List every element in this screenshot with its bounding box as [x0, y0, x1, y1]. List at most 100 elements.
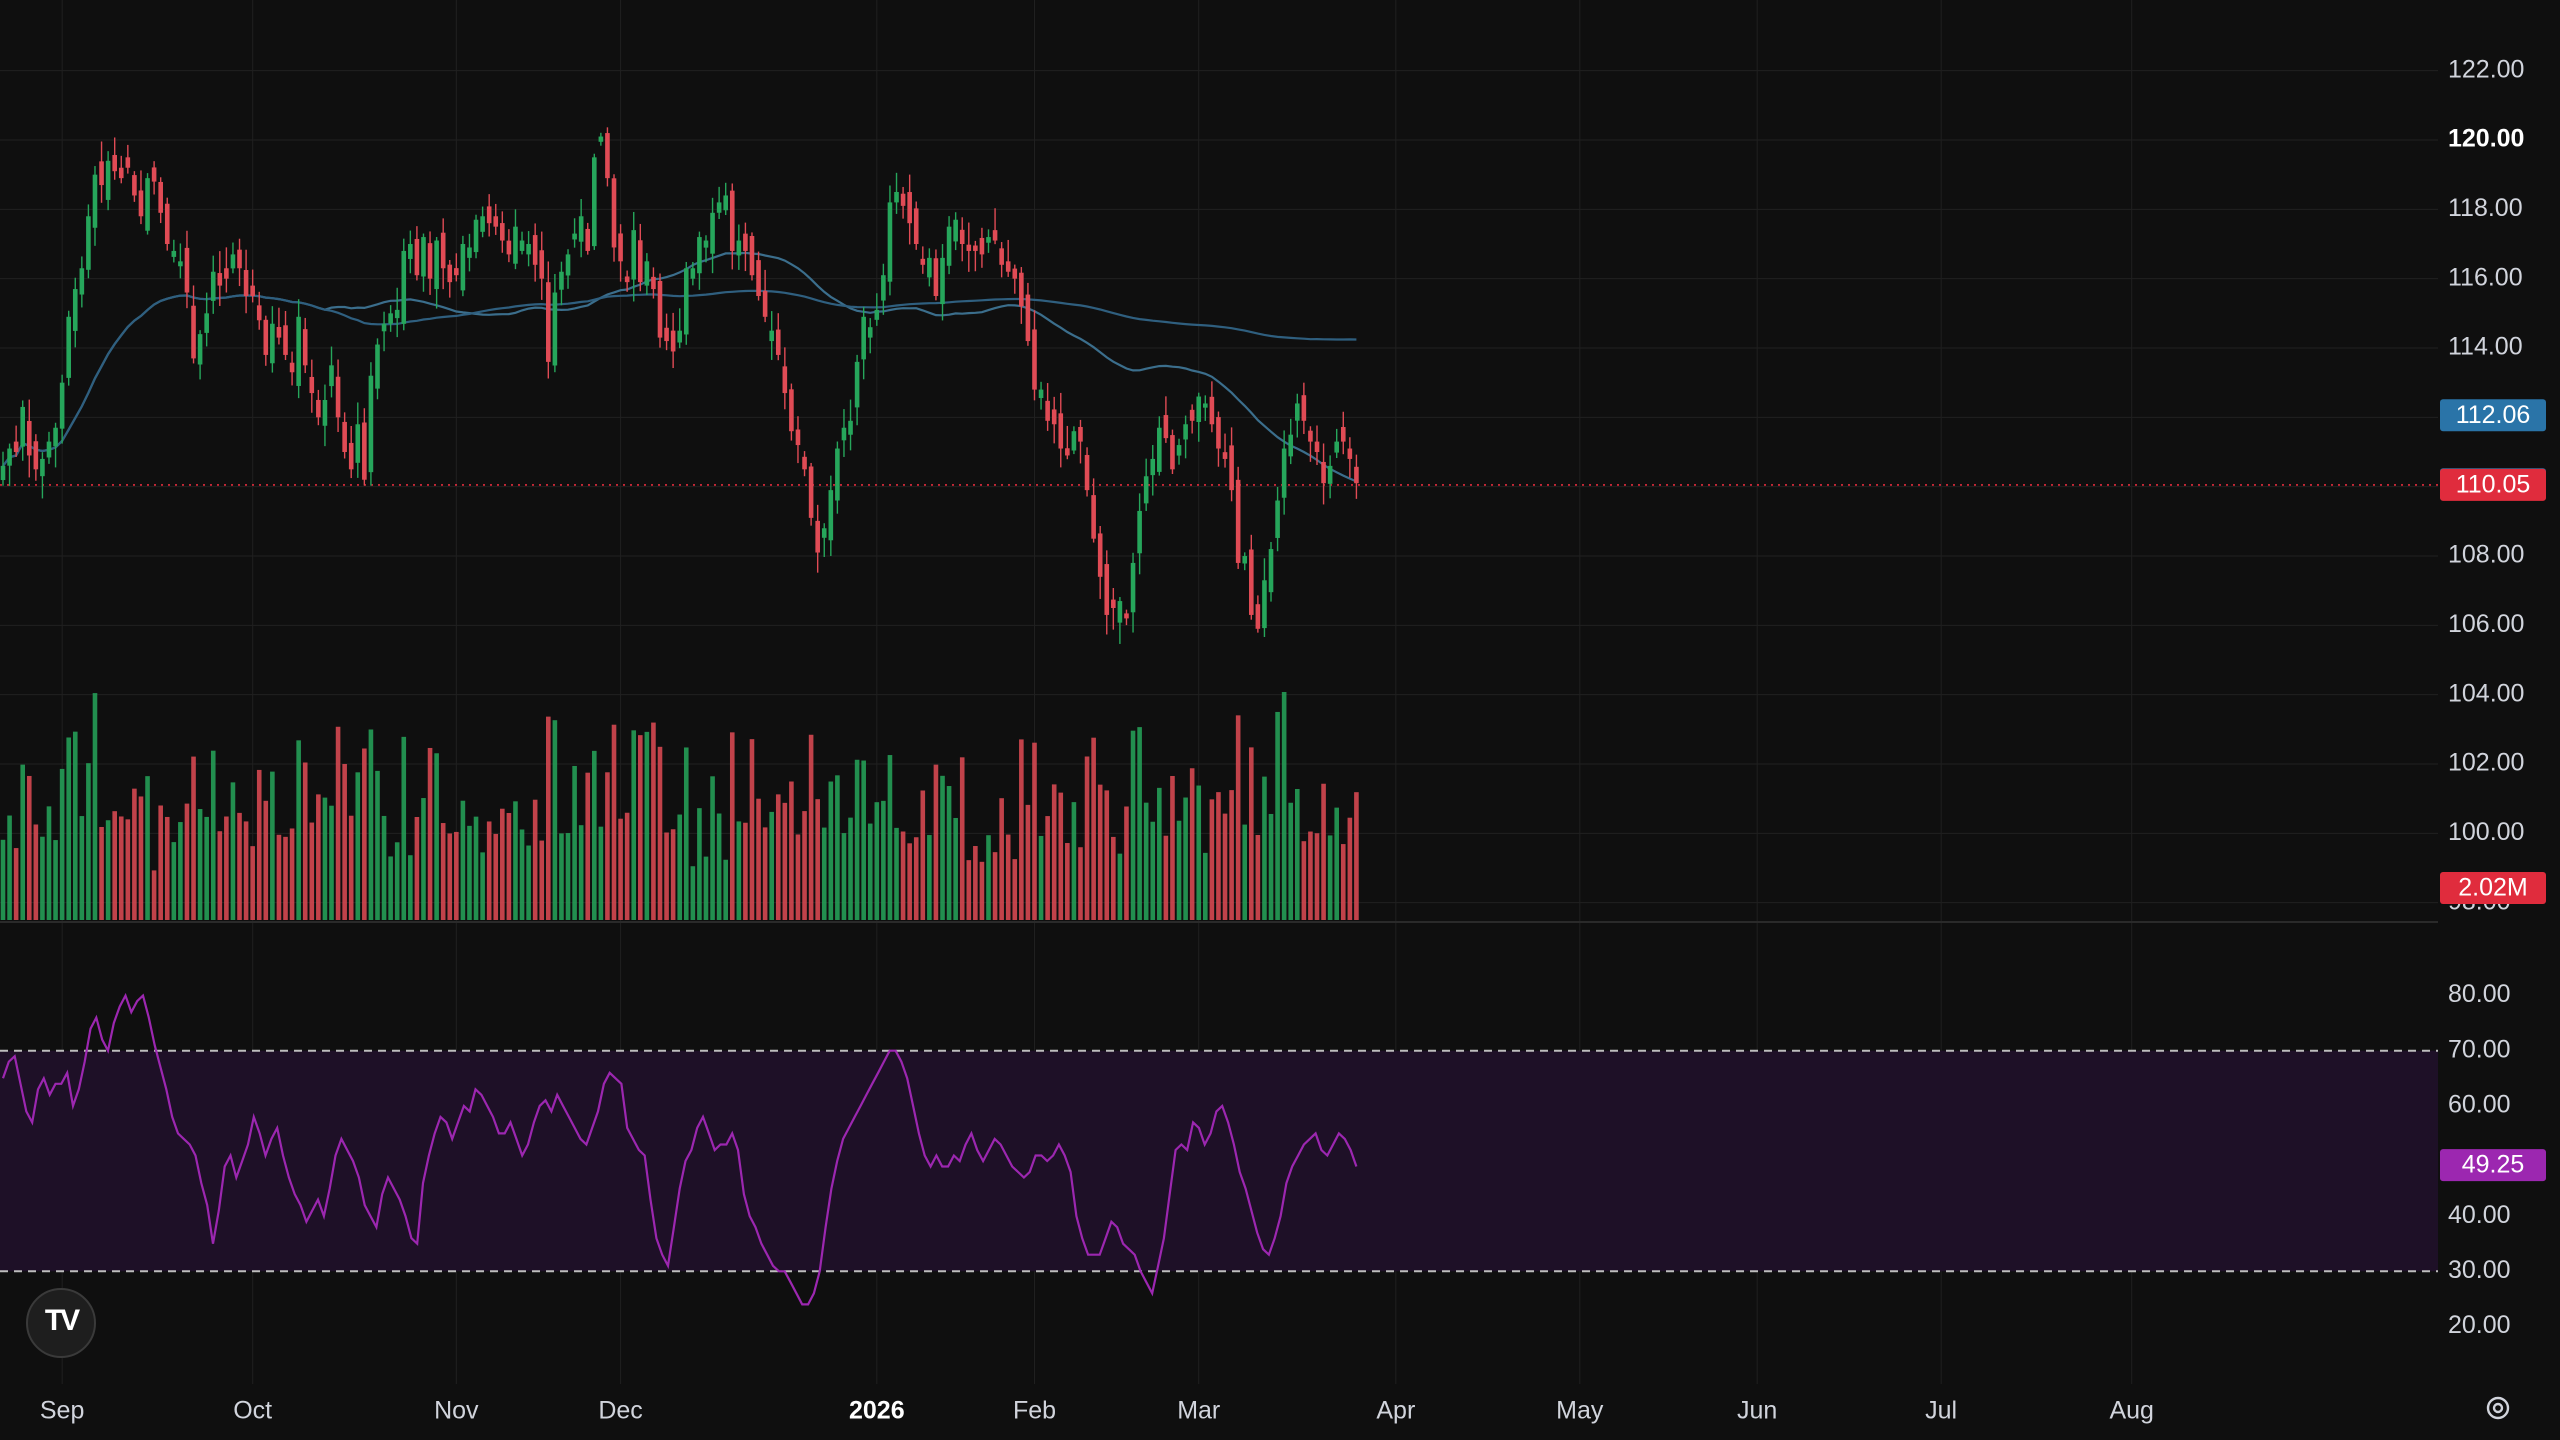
candle-body[interactable] — [867, 327, 873, 338]
candle-body[interactable] — [729, 190, 735, 251]
candle-body[interactable] — [887, 202, 893, 282]
candle-body[interactable] — [1268, 549, 1274, 593]
candle-body[interactable] — [927, 257, 932, 278]
candle-body[interactable] — [913, 208, 919, 244]
candle-body[interactable] — [894, 192, 899, 203]
candle-body[interactable] — [263, 319, 269, 355]
candle-body[interactable] — [795, 429, 801, 446]
candle-body[interactable] — [651, 276, 656, 290]
candle-body[interactable] — [1235, 479, 1241, 563]
candle-body[interactable] — [243, 270, 249, 296]
candle-body[interactable] — [132, 175, 137, 196]
candle-body[interactable] — [79, 268, 85, 295]
candle-body[interactable] — [1045, 400, 1050, 421]
candle-body[interactable] — [611, 178, 617, 248]
candle-body[interactable] — [1340, 426, 1346, 442]
candle-body[interactable] — [1019, 272, 1024, 307]
candle-body[interactable] — [756, 260, 761, 296]
candle-body[interactable] — [1327, 465, 1333, 484]
candle-body[interactable] — [217, 273, 223, 286]
candle-body[interactable] — [532, 235, 538, 265]
candle-body[interactable] — [355, 424, 361, 463]
candle-body[interactable] — [900, 193, 906, 206]
candle-body[interactable] — [0, 465, 6, 481]
candle-body[interactable] — [946, 226, 952, 266]
candle-body[interactable] — [979, 237, 985, 255]
candle-body[interactable] — [598, 136, 604, 142]
candle-body[interactable] — [559, 271, 564, 290]
candle-body[interactable] — [1294, 403, 1300, 421]
candle-body[interactable] — [986, 237, 991, 243]
candle-body[interactable] — [473, 219, 479, 253]
candle-body[interactable] — [683, 268, 689, 335]
candle-body[interactable] — [1222, 452, 1228, 459]
candle-body[interactable] — [736, 240, 742, 256]
candle-body[interactable] — [33, 441, 39, 470]
candle-body[interactable] — [276, 326, 282, 338]
candle-body[interactable] — [1012, 268, 1018, 279]
chart-stage[interactable]: 122.00120.00118.00116.00114.00112.00110.… — [0, 0, 2560, 1440]
candle-body[interactable] — [999, 248, 1004, 265]
candle-body[interactable] — [401, 250, 407, 324]
candle-body[interactable] — [1163, 415, 1169, 439]
candle-body[interactable] — [329, 365, 334, 387]
candle-body[interactable] — [769, 330, 774, 342]
candle-body[interactable] — [546, 282, 551, 362]
candle-body[interactable] — [99, 161, 104, 186]
candle-body[interactable] — [362, 422, 367, 480]
candle-body[interactable] — [828, 490, 834, 541]
candle-body[interactable] — [1117, 601, 1123, 623]
candle-body[interactable] — [1091, 495, 1096, 539]
candle-body[interactable] — [1078, 426, 1083, 442]
candle-body[interactable] — [585, 228, 591, 251]
candle-body[interactable] — [151, 167, 157, 182]
candle-body[interactable] — [1124, 613, 1129, 619]
candle-body[interactable] — [467, 247, 472, 258]
candle-body[interactable] — [322, 400, 328, 426]
candle-body[interactable] — [184, 247, 190, 293]
candle-body[interactable] — [250, 285, 255, 296]
candle-body[interactable] — [618, 233, 623, 262]
candle-body[interactable] — [716, 202, 722, 213]
candle-body[interactable] — [835, 448, 840, 501]
candle-body[interactable] — [848, 420, 853, 435]
candle-body[interactable] — [335, 376, 341, 418]
candle-body[interactable] — [789, 389, 794, 432]
candle-body[interactable] — [933, 258, 939, 296]
candle-body[interactable] — [743, 233, 748, 251]
candle-body[interactable] — [158, 181, 163, 213]
candle-body[interactable] — [1097, 533, 1103, 577]
chart-canvas[interactable]: 122.00120.00118.00116.00114.00112.00110.… — [0, 0, 2560, 1440]
candle-body[interactable] — [302, 329, 308, 366]
candle-body[interactable] — [920, 258, 926, 265]
candle-body[interactable] — [1314, 441, 1320, 452]
candle-body[interactable] — [480, 216, 485, 232]
candle-body[interactable] — [670, 330, 676, 352]
candle-body[interactable] — [1005, 261, 1011, 272]
settings-gear-icon[interactable] — [2482, 1392, 2514, 1424]
candle-body[interactable] — [1150, 458, 1156, 476]
candle-body[interactable] — [1308, 430, 1313, 442]
candle-body[interactable] — [178, 261, 183, 267]
candle-body[interactable] — [874, 309, 880, 320]
candle-body[interactable] — [224, 268, 229, 279]
candle-body[interactable] — [171, 250, 177, 257]
candle-body[interactable] — [841, 427, 847, 441]
candle-body[interactable] — [1104, 564, 1110, 615]
candle-body[interactable] — [1216, 417, 1221, 449]
candle-body[interactable] — [500, 223, 505, 241]
candle-body[interactable] — [256, 305, 262, 321]
candle-body[interactable] — [46, 441, 52, 458]
candle-body[interactable] — [138, 190, 144, 217]
candle-body[interactable] — [316, 399, 321, 418]
candle-body[interactable] — [552, 292, 558, 366]
candle-body[interactable] — [690, 268, 696, 279]
candle-body[interactable] — [1334, 441, 1340, 453]
candle-body[interactable] — [1203, 403, 1208, 408]
candle-body[interactable] — [342, 421, 347, 452]
candle-body[interactable] — [40, 458, 45, 477]
candle-body[interactable] — [1071, 431, 1077, 451]
candle-body[interactable] — [460, 244, 466, 291]
candle-body[interactable] — [1176, 445, 1182, 456]
tradingview-logo-icon[interactable]: TV — [26, 1288, 96, 1358]
